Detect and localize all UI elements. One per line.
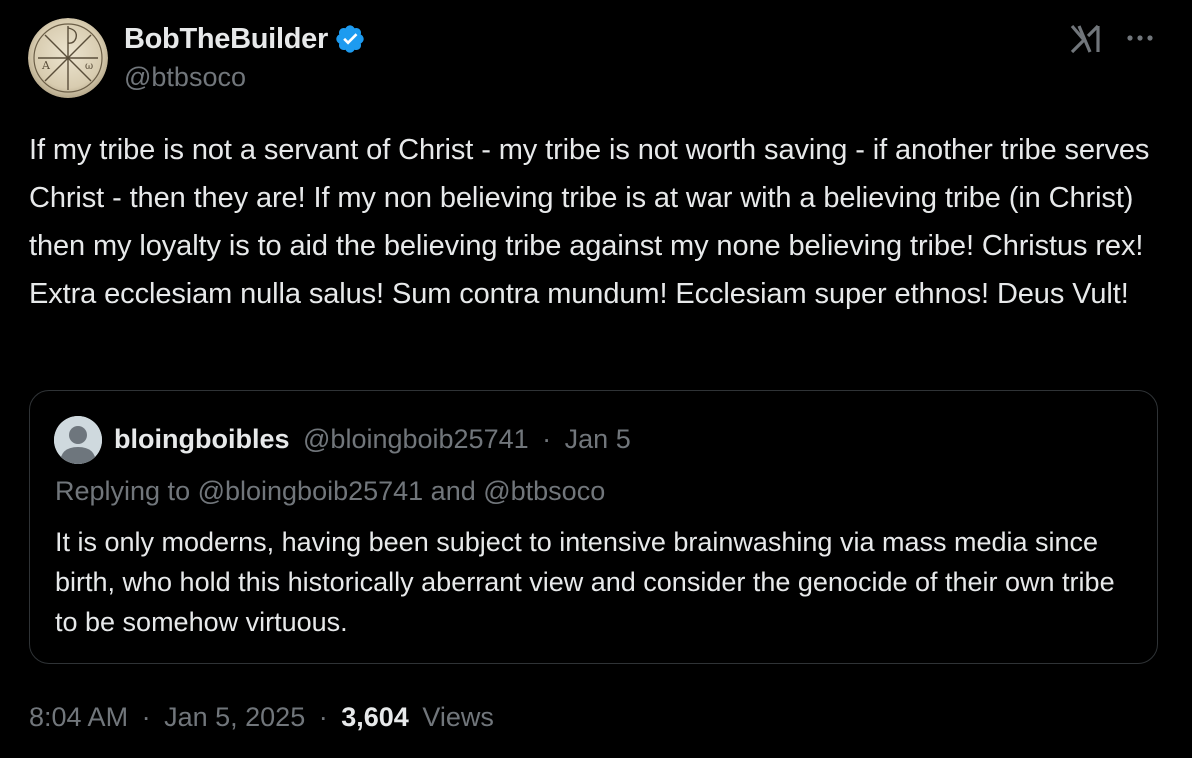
more-options-icon[interactable]	[1122, 26, 1158, 50]
quoted-separator: ·	[542, 424, 552, 454]
views-label: Views	[422, 702, 494, 732]
svg-text:ω: ω	[85, 61, 93, 72]
tweet-meta: 8:04 AM · Jan 5, 2025 · 3,604 Views	[29, 702, 494, 733]
quoted-tweet-header: bloingboibles @bloingboib25741 · Jan 5	[114, 424, 631, 455]
quoted-date[interactable]: Jan 5	[565, 424, 631, 454]
tweet: A ω BobTheBuilder @btbsoco If my tribe i…	[0, 0, 1192, 758]
svg-text:A: A	[41, 59, 51, 72]
author-display-name[interactable]: BobTheBuilder	[124, 23, 328, 56]
tweet-text: If my tribe is not a servant of Christ -…	[29, 134, 1150, 310]
tweet-time[interactable]: 8:04 AM	[29, 702, 128, 732]
quoted-author-name[interactable]: bloingboibles	[114, 424, 290, 454]
grok-logo-icon	[1070, 24, 1100, 54]
verified-badge-icon	[336, 25, 364, 53]
quoted-tweet[interactable]: bloingboibles @bloingboib25741 · Jan 5 R…	[29, 390, 1158, 664]
quoted-tweet-text: It is only moderns, having been subject …	[55, 527, 1115, 637]
meta-separator-1: ·	[141, 702, 151, 732]
author-name-row: BobTheBuilder	[124, 22, 366, 56]
default-avatar-icon	[54, 416, 102, 464]
quoted-author-avatar[interactable]	[54, 416, 102, 464]
chi-rho-seal-icon: A ω	[28, 18, 108, 98]
author-handle[interactable]: @btbsoco	[124, 62, 246, 93]
tweet-date[interactable]: Jan 5, 2025	[164, 702, 305, 732]
meta-separator-2: ·	[318, 702, 328, 732]
author-avatar[interactable]: A ω	[28, 18, 108, 98]
views-count[interactable]: 3,604	[341, 702, 409, 732]
quoted-author-handle[interactable]: @bloingboib25741	[303, 424, 529, 454]
grok-icon[interactable]	[1068, 22, 1104, 54]
quoted-replying-to: Replying to @bloingboib25741 and @btbsoc…	[55, 476, 606, 506]
ellipsis-icon	[1127, 35, 1153, 41]
